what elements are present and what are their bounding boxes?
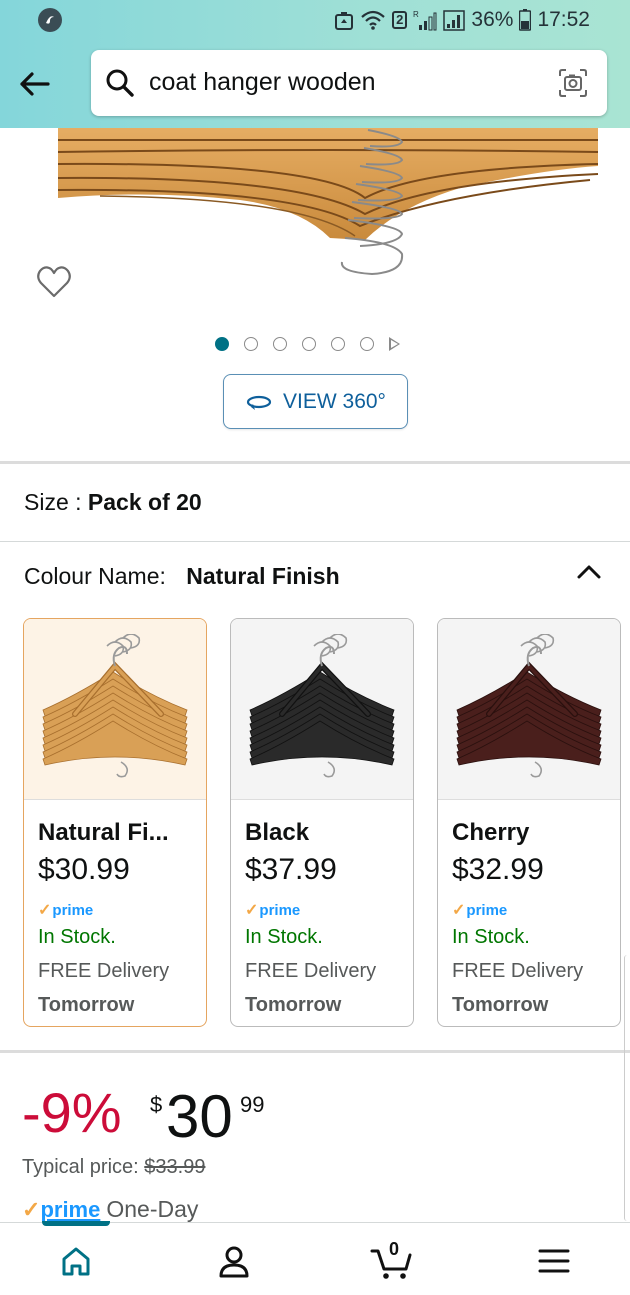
cart-count: 0: [389, 1239, 400, 1259]
colour-option-image: [231, 619, 413, 800]
prime-label: prime: [52, 901, 94, 919]
colour-option-price: $32.99: [452, 853, 544, 886]
home-icon[interactable]: [56, 1241, 96, 1281]
colour-option-card[interactable]: Cherry $32.99 ✓ prime In Stock. FREE Delivery…: [437, 618, 621, 1027]
prime-check-icon: ✓: [38, 902, 52, 919]
search-bar[interactable]: coat hanger wooden: [91, 50, 607, 116]
colour-option-image: [24, 619, 206, 800]
camera-search-icon[interactable]: [557, 67, 589, 99]
delivery-info: FREE Delivery: [245, 960, 377, 982]
stock-status: In Stock.: [245, 926, 323, 948]
view-360-label: VIEW 360°: [283, 389, 386, 413]
carousel-dot[interactable]: [331, 337, 345, 351]
typical-price-value: $33.99: [144, 1156, 206, 1178]
section-divider: [0, 461, 630, 464]
stock-status: In Stock.: [38, 926, 116, 948]
cart-button[interactable]: 0: [370, 1239, 414, 1281]
prime-badge: ✓ prime: [452, 900, 507, 920]
price-currency: $: [150, 1092, 163, 1117]
typical-price: Typical price: $33.99: [22, 1156, 205, 1179]
hanger-stack-graphic: [57, 128, 599, 276]
colour-option-price: $37.99: [245, 853, 337, 886]
prime-badge: ✓ prime: [245, 900, 300, 920]
back-arrow-icon[interactable]: [16, 66, 52, 102]
search-input[interactable]: coat hanger wooden: [149, 68, 376, 97]
colour-label: Colour Name:: [24, 563, 166, 589]
top-header: 2 R 36% 17:52 coat hanger wooden: [0, 0, 630, 128]
account-icon[interactable]: [214, 1241, 254, 1281]
status-time: 17:52: [537, 8, 590, 31]
view-360-button[interactable]: VIEW 360°: [223, 374, 408, 429]
bottom-nav: 0: [0, 1221, 630, 1295]
colour-option-card[interactable]: Natural Fi... $30.99 ✓ prime In Stock. FREE D…: [23, 618, 207, 1027]
app-notification-icon: [38, 8, 62, 32]
chevron-up-icon[interactable]: [576, 562, 602, 580]
recycle-icon: [334, 9, 354, 31]
delivery-info: FREE Delivery: [452, 960, 584, 982]
section-divider: [0, 1050, 630, 1053]
colour-selector-header[interactable]: Colour Name: Natural Finish: [24, 563, 340, 590]
image-carousel-dots[interactable]: [215, 335, 400, 353]
colour-option-card[interactable]: Black $37.99 ✓ prime In Stock. FREE Delivery T…: [230, 618, 414, 1027]
delivery-info: FREE Delivery: [38, 960, 170, 982]
carousel-dot[interactable]: [244, 337, 258, 351]
carousel-dot[interactable]: [302, 337, 316, 351]
battery-percent: 36%: [471, 8, 514, 31]
colour-option-price: $30.99: [38, 853, 130, 886]
stock-status: In Stock.: [452, 926, 530, 948]
scrollbar[interactable]: [624, 955, 630, 1221]
carousel-dot[interactable]: [360, 337, 374, 351]
delivery-day: Tomorrow: [38, 994, 135, 1016]
delivery-speed: One-Day: [106, 1196, 199, 1222]
colour-option-name: Cherry: [452, 819, 530, 846]
sim-badge: 2: [392, 11, 408, 29]
colour-value: Natural Finish: [186, 563, 340, 589]
prime-check-icon: ✓: [452, 902, 466, 919]
nav-active-indicator: [42, 1221, 110, 1226]
prime-label: prime: [466, 901, 508, 919]
wishlist-heart-icon[interactable]: [36, 265, 72, 299]
prime-check-icon: ✓: [22, 1196, 41, 1222]
section-divider: [0, 541, 630, 542]
menu-icon[interactable]: [534, 1241, 574, 1281]
status-icons: 2 R 36% 17:52: [334, 6, 590, 34]
colour-option-name: Black: [245, 819, 310, 846]
colour-option-name: Natural Fi...: [38, 819, 169, 846]
carousel-dot[interactable]: [273, 337, 287, 351]
svg-text:R: R: [413, 10, 419, 19]
carousel-dot[interactable]: [215, 337, 229, 351]
colour-option-image: [438, 619, 620, 800]
prime-check-icon: ✓: [245, 902, 259, 919]
price-fraction: 99: [240, 1092, 265, 1117]
prime-label: prime: [259, 901, 301, 919]
discount-percent: -9%: [22, 1081, 122, 1144]
product-image[interactable]: [0, 128, 630, 318]
wifi-icon: [360, 9, 386, 31]
delivery-day: Tomorrow: [452, 994, 549, 1016]
prime-logo: prime: [40, 1196, 101, 1222]
battery-icon: [519, 9, 532, 31]
prime-badge: ✓ prime: [38, 900, 93, 920]
prime-delivery-badge[interactable]: ✓ prime One-Day: [22, 1196, 198, 1223]
size-value: Pack of 20: [87, 489, 202, 515]
delivery-day: Tomorrow: [245, 994, 342, 1016]
size-selector[interactable]: Size : Pack of 20: [24, 489, 202, 516]
signal-icon: [443, 9, 466, 31]
size-label: Size :: [24, 489, 88, 515]
rotate-360-icon: [246, 395, 272, 410]
price-whole: 30: [166, 1083, 233, 1150]
video-play-icon[interactable]: [389, 337, 400, 351]
status-bar: 2 R 36% 17:52: [0, 0, 630, 40]
signal-r-icon: R: [413, 9, 437, 31]
typical-price-label: Typical price:: [22, 1156, 145, 1178]
search-icon: [106, 69, 134, 97]
